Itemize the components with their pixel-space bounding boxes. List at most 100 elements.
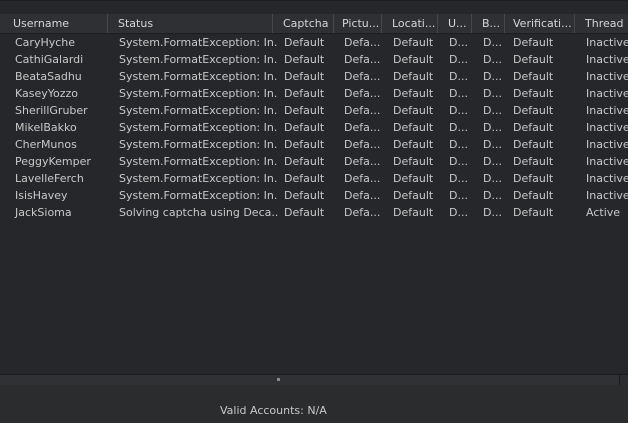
cell-status: Solving captcha using Deca... bbox=[119, 206, 278, 219]
cell-verification: Default bbox=[513, 206, 554, 219]
column-header-location[interactable]: Locati... bbox=[387, 14, 438, 33]
table-row[interactable]: IsisHavey System.FormatException: In... De… bbox=[0, 187, 628, 204]
cell-status: System.FormatException: In... bbox=[119, 138, 278, 151]
cell-verification: Default bbox=[513, 155, 554, 168]
column-header-picture[interactable]: Pictu... bbox=[337, 14, 382, 33]
cell-thread: Inactive bbox=[586, 87, 628, 100]
cell-picture: Defa... bbox=[344, 206, 381, 219]
cell-picture: Defa... bbox=[344, 36, 381, 49]
table-row[interactable]: PeggyKemper System.FormatException: In...… bbox=[0, 153, 628, 170]
cell-location: Default bbox=[393, 36, 434, 49]
scrollbar-grip-icon[interactable] bbox=[277, 378, 280, 381]
cell-location: Default bbox=[393, 206, 434, 219]
cell-location: Default bbox=[393, 53, 434, 66]
cell-verification: Default bbox=[513, 121, 554, 134]
cell-u: D... bbox=[449, 104, 468, 117]
cell-status: System.FormatException: In... bbox=[119, 189, 278, 202]
cell-verification: Default bbox=[513, 87, 554, 100]
cell-b: D... bbox=[483, 138, 502, 151]
cell-captcha: Default bbox=[284, 138, 325, 151]
cell-username: BeataSadhu bbox=[15, 70, 82, 83]
cell-picture: Defa... bbox=[344, 138, 381, 151]
cell-thread: Inactive bbox=[586, 121, 628, 134]
cell-verification: Default bbox=[513, 53, 554, 66]
cell-b: D... bbox=[483, 104, 502, 117]
cell-thread: Inactive bbox=[586, 104, 628, 117]
cell-picture: Defa... bbox=[344, 121, 381, 134]
cell-u: D... bbox=[449, 53, 468, 66]
cell-status: System.FormatException: In... bbox=[119, 36, 278, 49]
cell-username: KaseyYozzo bbox=[15, 87, 79, 100]
table-row[interactable]: CherMunos System.FormatException: In... De… bbox=[0, 136, 628, 153]
grid-header: Username Status Captcha Pictu... Locati.… bbox=[0, 14, 628, 34]
column-header-b[interactable]: B... bbox=[477, 14, 505, 33]
scrollbar-corner bbox=[619, 375, 628, 385]
cell-thread: Inactive bbox=[586, 36, 628, 49]
cell-captcha: Default bbox=[284, 206, 325, 219]
cell-thread: Inactive bbox=[586, 70, 628, 83]
column-header-verification[interactable]: Verificati... bbox=[508, 14, 575, 33]
cell-location: Default bbox=[393, 155, 434, 168]
cell-u: D... bbox=[449, 206, 468, 219]
cell-b: D... bbox=[483, 36, 502, 49]
cell-username: CherMunos bbox=[15, 138, 77, 151]
cell-status: System.FormatException: In... bbox=[119, 104, 278, 117]
cell-thread: Active bbox=[586, 206, 621, 219]
cell-u: D... bbox=[449, 172, 468, 185]
cell-captcha: Default bbox=[284, 104, 325, 117]
cell-status: System.FormatException: In... bbox=[119, 53, 278, 66]
table-row[interactable]: KaseyYozzo System.FormatException: In... D… bbox=[0, 85, 628, 102]
cell-username: JackSioma bbox=[15, 206, 72, 219]
cell-picture: Defa... bbox=[344, 104, 381, 117]
column-header-status[interactable]: Status bbox=[113, 14, 273, 33]
cell-location: Default bbox=[393, 104, 434, 117]
cell-b: D... bbox=[483, 70, 502, 83]
cell-status: System.FormatException: In... bbox=[119, 155, 278, 168]
table-row[interactable]: LavelleFerch System.FormatException: In..… bbox=[0, 170, 628, 187]
cell-b: D... bbox=[483, 189, 502, 202]
cell-location: Default bbox=[393, 172, 434, 185]
cell-u: D... bbox=[449, 87, 468, 100]
cell-captcha: Default bbox=[284, 189, 325, 202]
cell-username: SherillGruber bbox=[15, 104, 88, 117]
cell-username: IsisHavey bbox=[15, 189, 68, 202]
cell-location: Default bbox=[393, 138, 434, 151]
cell-b: D... bbox=[483, 121, 502, 134]
cell-status: System.FormatException: In... bbox=[119, 70, 278, 83]
cell-b: D... bbox=[483, 172, 502, 185]
cell-captcha: Default bbox=[284, 36, 325, 49]
cell-u: D... bbox=[449, 36, 468, 49]
cell-status: System.FormatException: In... bbox=[119, 172, 278, 185]
cell-verification: Default bbox=[513, 172, 554, 185]
cell-thread: Inactive bbox=[586, 172, 628, 185]
column-header-username[interactable]: Username bbox=[8, 14, 108, 33]
accounts-grid[interactable]: Username Status Captcha Pictu... Locati.… bbox=[0, 0, 628, 375]
cell-captcha: Default bbox=[284, 121, 325, 134]
cell-thread: Inactive bbox=[586, 53, 628, 66]
cell-u: D... bbox=[449, 70, 468, 83]
column-header-captcha[interactable]: Captcha bbox=[278, 14, 334, 33]
column-header-thread[interactable]: Thread bbox=[580, 14, 628, 33]
cell-verification: Default bbox=[513, 104, 554, 117]
valid-accounts-label: Valid Accounts: N/A bbox=[220, 404, 327, 417]
cell-location: Default bbox=[393, 87, 434, 100]
cell-b: D... bbox=[483, 87, 502, 100]
cell-captcha: Default bbox=[284, 172, 325, 185]
cell-b: D... bbox=[483, 206, 502, 219]
table-row[interactable]: JackSioma Solving captcha using Deca... De… bbox=[0, 204, 628, 221]
cell-u: D... bbox=[449, 155, 468, 168]
table-row[interactable]: SherillGruber System.FormatException: In.… bbox=[0, 102, 628, 119]
cell-u: D... bbox=[449, 138, 468, 151]
table-row[interactable]: MikelBakko System.FormatException: In... D… bbox=[0, 119, 628, 136]
cell-verification: Default bbox=[513, 36, 554, 49]
table-row[interactable]: CaryHyche System.FormatException: In... De… bbox=[0, 34, 628, 51]
cell-captcha: Default bbox=[284, 70, 325, 83]
cell-captcha: Default bbox=[284, 87, 325, 100]
cell-b: D... bbox=[483, 53, 502, 66]
table-row[interactable]: BeataSadhu System.FormatException: In... D… bbox=[0, 68, 628, 85]
column-header-u[interactable]: U... bbox=[443, 14, 472, 33]
cell-u: D... bbox=[449, 189, 468, 202]
cell-picture: Defa... bbox=[344, 155, 381, 168]
cell-b: D... bbox=[483, 155, 502, 168]
table-row[interactable]: CathiGalardi System.FormatException: In..… bbox=[0, 51, 628, 68]
